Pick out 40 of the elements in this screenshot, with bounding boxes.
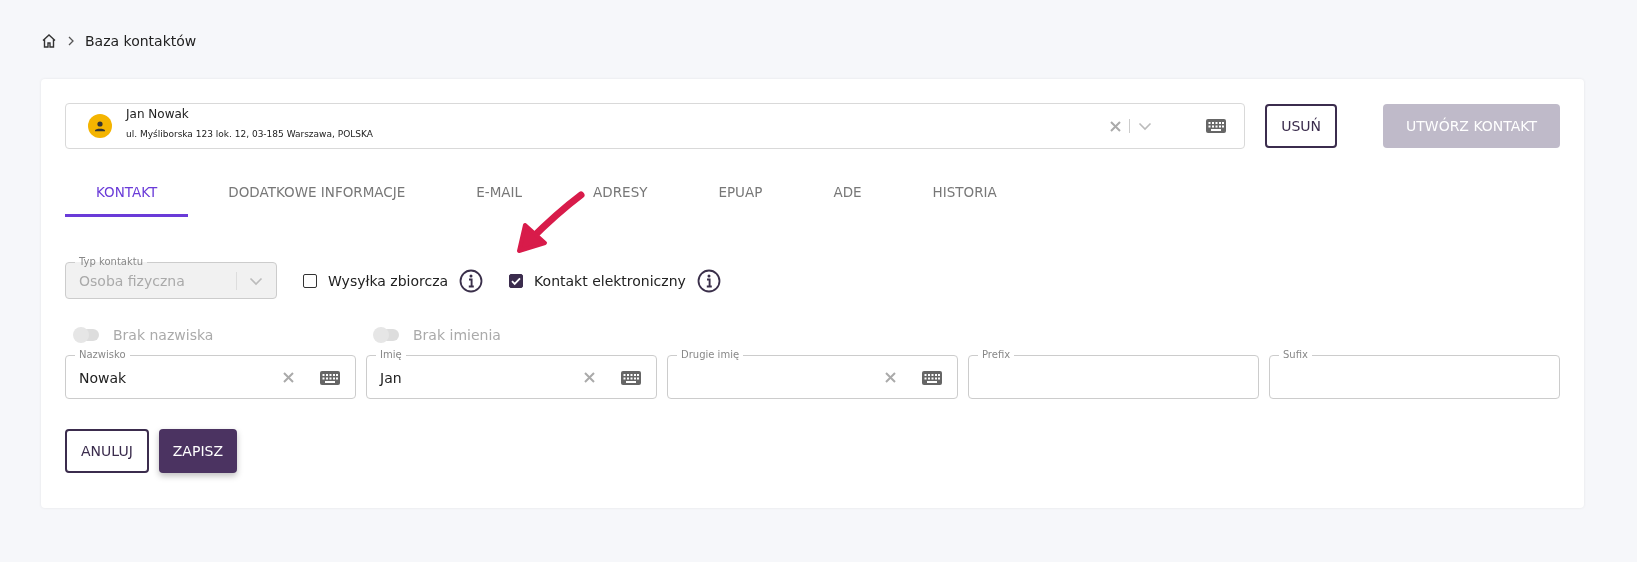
- text-field[interactable]: Sufix: [1269, 348, 1560, 399]
- contact-name: Jan Nowak: [126, 107, 190, 121]
- keyboard-icon[interactable]: [922, 370, 942, 385]
- contact-picker[interactable]: Jan Nowak ul. Myśliborska 123 lok. 12, 03-185 Warszawa, POLSKA: [65, 103, 1246, 149]
- text-field[interactable]: Nazwisko Nowak: [65, 348, 356, 399]
- info-icon[interactable]: [696, 269, 721, 293]
- tab[interactable]: EPUAP: [687, 169, 794, 217]
- person-icon: [88, 114, 112, 138]
- keyboard-icon[interactable]: [320, 370, 340, 385]
- field-value: Jan: [380, 369, 402, 386]
- checkbox-label: Kontakt elektroniczny: [534, 273, 686, 289]
- home-icon[interactable]: [41, 33, 57, 49]
- text-field[interactable]: Drugie imię: [667, 348, 958, 399]
- tab[interactable]: E-MAIL: [445, 169, 554, 217]
- tab[interactable]: ADE: [802, 169, 893, 217]
- tab[interactable]: ADRESY: [562, 169, 679, 217]
- cancel-button[interactable]: ANULUJ: [65, 429, 149, 473]
- field-label: Drugie imię: [677, 348, 744, 362]
- keyboard-icon[interactable]: [621, 370, 641, 385]
- field-value: Nowak: [79, 369, 127, 386]
- toggle-label: Brak imienia: [413, 327, 501, 343]
- delete-button[interactable]: USUŃ: [1265, 104, 1337, 148]
- tab[interactable]: KONTAKT: [65, 169, 189, 217]
- checkbox[interactable]: [303, 274, 317, 288]
- chevron-down-icon: [249, 276, 263, 286]
- chevron-icon: [67, 36, 75, 46]
- breadcrumb-current: Baza kontaktów: [85, 33, 197, 49]
- text-field[interactable]: Imię Jan: [366, 348, 657, 399]
- save-button[interactable]: ZAPISZ: [158, 429, 237, 473]
- toggle-label: Brak nazwiska: [113, 327, 214, 343]
- contact-address: ul. Myśliborska 123 lok. 12, 03-185 Warszawa, POLSKA: [126, 129, 374, 139]
- tab[interactable]: HISTORIA: [901, 169, 1028, 217]
- text-field[interactable]: Prefix: [968, 348, 1259, 399]
- keyboard-icon[interactable]: [1206, 119, 1227, 133]
- field-label: Imię: [376, 348, 406, 362]
- tab[interactable]: DODATKOWE INFORMACJE: [197, 169, 437, 217]
- checkbox[interactable]: [509, 274, 524, 288]
- checkbox-label: Wysyłka zbiorcza: [328, 273, 449, 289]
- info-icon[interactable]: [459, 269, 484, 293]
- field-label: Typ kontaktu: [75, 255, 147, 269]
